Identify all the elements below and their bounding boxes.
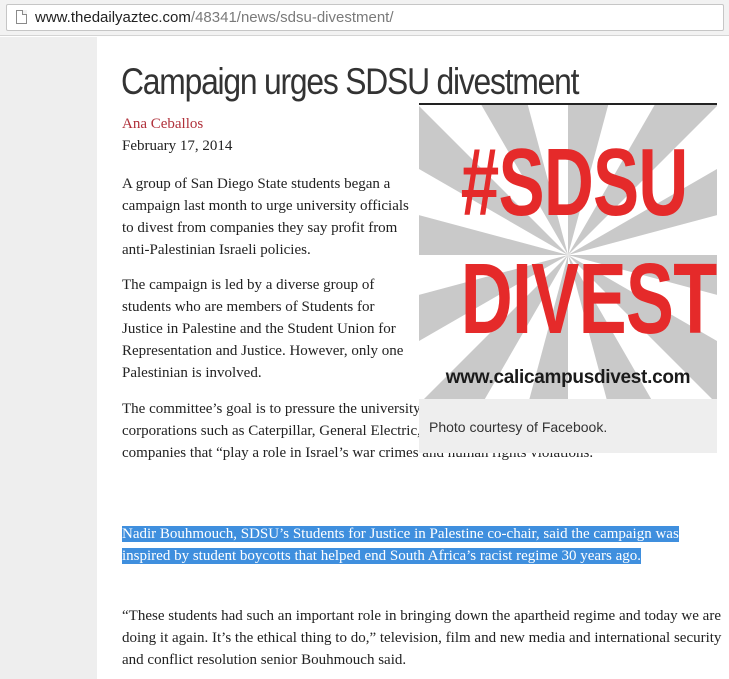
article-date: February 17, 2014 — [122, 138, 233, 154]
sdsu-divest-image[interactable]: #SDSU DIVEST www.calicampusdivest.com — [419, 105, 717, 399]
image-text-line2: DIVEST — [460, 243, 717, 355]
browser-address-bar: www.thedailyaztec.com/48341/news/sdsu-di… — [0, 0, 729, 36]
paragraph-5: “These students had such an important ro… — [122, 608, 722, 668]
article-headline: Campaign urges SDSU divestment — [121, 61, 580, 102]
selected-text: Nadir Bouhmouch, SDSU’s Students for Jus… — [122, 526, 679, 564]
paragraph-2: The campaign is led by a diverse group o… — [122, 277, 404, 381]
image-text-line1: #SDSU — [460, 129, 689, 236]
author-link[interactable]: Ana Ceballos — [122, 113, 203, 135]
url-text[interactable]: www.thedailyaztec.com/48341/news/sdsu-di… — [35, 8, 394, 27]
page-icon — [16, 10, 27, 24]
url-field[interactable]: www.thedailyaztec.com/48341/news/sdsu-di… — [6, 4, 724, 31]
image-caption: Photo courtesy of Facebook. — [429, 419, 608, 435]
url-path: /48341/news/sdsu-divestment/ — [190, 9, 394, 26]
url-host: www.thedailyaztec.com — [35, 9, 191, 26]
image-site-text: www.calicampusdivest.com — [445, 367, 691, 388]
article-figure: #SDSU DIVEST www.calicampusdivest.com Ph… — [419, 103, 717, 453]
paragraph-4-selected: Nadir Bouhmouch, SDSU’s Students for Jus… — [122, 523, 722, 567]
paragraph-1: A group of San Diego State students bega… — [122, 176, 409, 258]
article: Campaign urges SDSU divestment Ana Cebal… — [97, 37, 729, 679]
left-gutter — [0, 37, 97, 679]
